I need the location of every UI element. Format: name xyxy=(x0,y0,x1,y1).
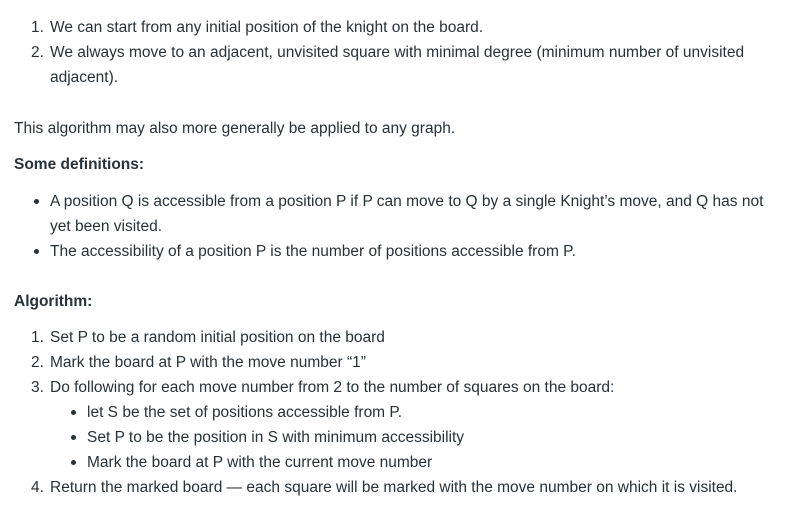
list-number: 4. xyxy=(31,479,44,496)
list-item: 3. Do following for each move number fro… xyxy=(31,375,780,475)
list-item: 2. We always move to an adjacent, unvisi… xyxy=(31,40,780,90)
list-number: 3. xyxy=(31,379,44,396)
list-item-text: Set P to be the position in S with minim… xyxy=(87,429,465,446)
list-item-text: Do following for each move number from 2… xyxy=(50,379,615,396)
bullet-icon xyxy=(71,435,76,440)
list-item: 1. We can start from any initial positio… xyxy=(31,15,780,40)
list-item: let S be the set of positions accessible… xyxy=(71,400,780,425)
list-item-text: Mark the board at P with the current mov… xyxy=(87,454,433,471)
bullet-icon xyxy=(71,460,76,465)
article-content: 1. We can start from any initial positio… xyxy=(0,0,795,514)
list-item-text: We always move to an adjacent, unvisited… xyxy=(50,44,745,86)
list-item: Set P to be the position in S with minim… xyxy=(71,425,780,450)
list-item-text: We can start from any initial position o… xyxy=(50,19,484,36)
definitions-list: A position Q is accessible from a positi… xyxy=(34,189,770,264)
general-note-paragraph: This algorithm may also more generally b… xyxy=(14,120,456,137)
list-item-text: A position Q is accessible from a positi… xyxy=(50,193,764,235)
list-item: 4. Return the marked board — each square… xyxy=(31,475,780,500)
intro-ordered-list: 1. We can start from any initial positio… xyxy=(31,15,780,90)
list-item: 1. Set P to be a random initial position… xyxy=(31,325,780,350)
list-item: 2. Mark the board at P with the move num… xyxy=(31,350,780,375)
list-item: Mark the board at P with the current mov… xyxy=(71,450,780,475)
list-number: 1. xyxy=(31,329,44,346)
definitions-heading: Some definitions: xyxy=(14,156,145,173)
algorithm-substeps-list: let S be the set of positions accessible… xyxy=(50,400,780,475)
list-item-text: Mark the board at P with the move number… xyxy=(50,354,366,371)
bullet-icon xyxy=(34,199,39,204)
bullet-icon xyxy=(34,249,39,254)
list-item-text: let S be the set of positions accessible… xyxy=(87,404,403,421)
list-item: A position Q is accessible from a positi… xyxy=(34,189,770,239)
bullet-icon xyxy=(71,410,76,415)
list-item-text: Return the marked board — each square wi… xyxy=(50,479,738,496)
list-item: The accessibility of a position P is the… xyxy=(34,239,770,264)
list-number: 1. xyxy=(31,19,44,36)
list-item-text: Set P to be a random initial position on… xyxy=(50,329,385,346)
list-number: 2. xyxy=(31,44,44,61)
algorithm-heading: Algorithm: xyxy=(14,293,93,310)
algorithm-steps-list: 1. Set P to be a random initial position… xyxy=(31,325,780,500)
list-item-text: The accessibility of a position P is the… xyxy=(50,243,576,260)
list-number: 2. xyxy=(31,354,44,371)
